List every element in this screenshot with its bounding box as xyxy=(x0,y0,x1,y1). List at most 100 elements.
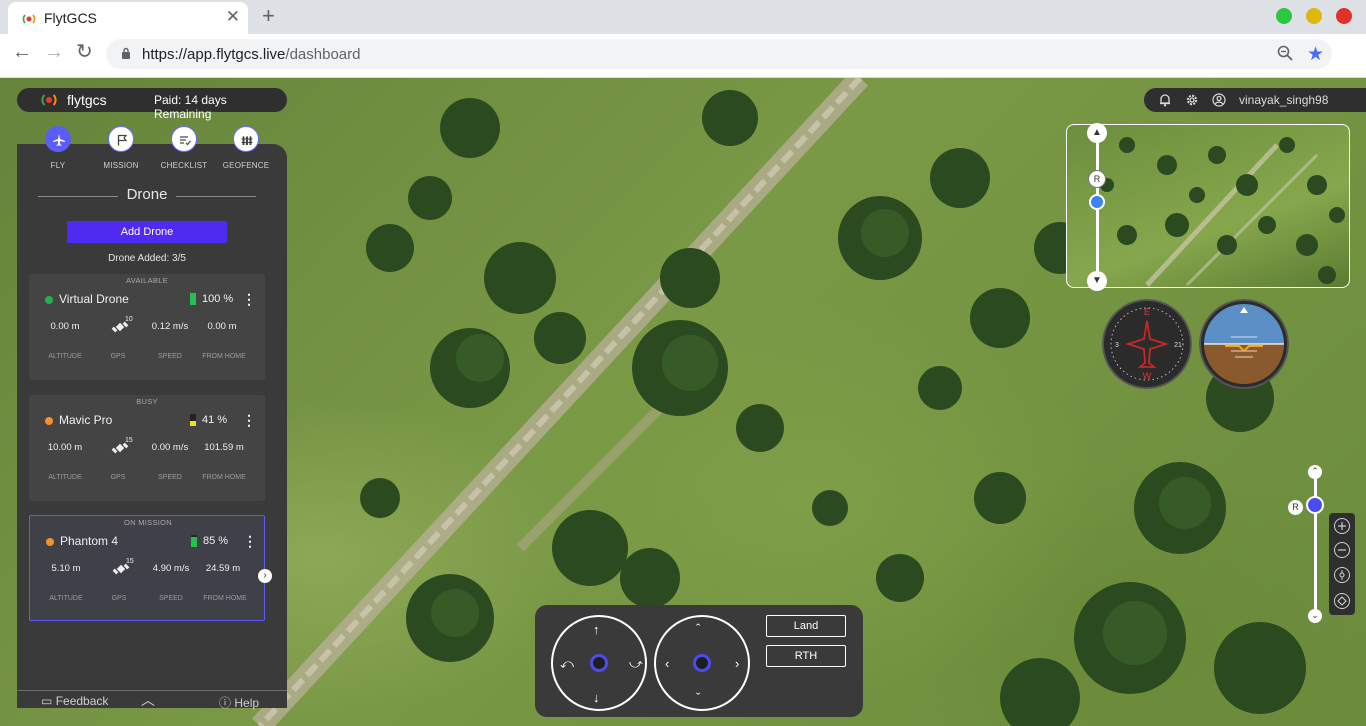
roll-right-icon[interactable]: › xyxy=(735,657,739,670)
tab-title: FlytGCS xyxy=(44,10,97,26)
flytgcs-logo-icon xyxy=(41,94,57,106)
camera-preview[interactable] xyxy=(1066,124,1350,288)
drone-card-virtual-drone[interactable]: AVAILABLE Virtual Drone 100 % ⋮ 0.00 m 1… xyxy=(29,274,265,380)
username[interactable]: vinayak_singh98 xyxy=(1239,93,1328,107)
checklist-button[interactable] xyxy=(171,126,197,152)
joystick-panel: ↑ ↓ ⤺ ⤻ ˆ ˇ ‹ › Land RTH xyxy=(535,605,863,717)
url-text: https://app.flytgcs.live/dashboard xyxy=(142,46,360,63)
window-close-button[interactable] xyxy=(1336,8,1352,24)
map-controls xyxy=(1329,513,1355,615)
add-drone-button[interactable]: Add Drone xyxy=(67,221,227,243)
altitude-reset-button[interactable]: R xyxy=(1288,500,1303,515)
chevron-down-icon[interactable]: ⌄ xyxy=(1308,609,1322,623)
checklist-icon xyxy=(180,136,191,146)
gimbal-up-icon[interactable]: ▲ xyxy=(1087,123,1107,143)
chevron-up-icon[interactable]: ︿ xyxy=(141,690,155,710)
zoom-in-button[interactable] xyxy=(1334,518,1350,534)
drone-menu-icon[interactable]: ⋮ xyxy=(243,533,257,550)
user-bar: vinayak_singh98 xyxy=(1144,88,1366,112)
tab-mission[interactable]: MISSION xyxy=(91,126,151,170)
from-home-value: 101.59 m xyxy=(204,442,244,453)
help-icon: ⓘ xyxy=(219,696,232,710)
left-joystick[interactable]: ↑ ↓ ⤺ ⤻ xyxy=(551,615,647,711)
brand-bar: flytgcs Paid: 14 days Remaining xyxy=(17,88,287,121)
from-home-label: FROM HOME xyxy=(203,595,247,602)
drone-name: Phantom 4 xyxy=(60,534,119,548)
throttle-up-icon[interactable]: ↑ xyxy=(593,623,600,636)
mission-button[interactable] xyxy=(108,126,134,152)
tab-fly[interactable]: FLY xyxy=(28,126,88,170)
drone-menu-icon[interactable]: ⋮ xyxy=(242,291,256,308)
browser-tab[interactable]: FlytGCS ✕ xyxy=(8,2,248,34)
drone-status: ON MISSION xyxy=(123,518,172,527)
yaw-right-icon[interactable]: ⤻ xyxy=(629,657,643,670)
preview-scene xyxy=(1100,137,1345,287)
fly-button[interactable] xyxy=(45,126,71,152)
address-bar[interactable]: https://app.flytgcs.live/dashboard ★ xyxy=(106,39,1332,69)
drone-card-phantom-4[interactable]: ON MISSION Phantom 4 85 % ⋮ 5.10 m 15 4.… xyxy=(29,515,265,621)
help-label: Help xyxy=(234,696,260,710)
user-icon[interactable] xyxy=(1212,93,1226,107)
altitude-slider-handle[interactable] xyxy=(1306,496,1324,514)
gimbal-slider-handle[interactable] xyxy=(1089,194,1105,210)
throttle-down-icon[interactable]: ↓ xyxy=(593,691,600,704)
drone-status: BUSY xyxy=(136,397,158,406)
gps-satellite-count: 15 xyxy=(125,437,133,444)
speed-value: 4.90 m/s xyxy=(152,563,190,574)
chevron-right-icon[interactable]: › xyxy=(258,569,272,583)
zoom-magnifier-icon[interactable] xyxy=(1276,44,1294,62)
altitude-slider-track[interactable] xyxy=(1314,472,1317,618)
help-link[interactable]: ⓘ Help xyxy=(219,694,259,711)
tab-checklist[interactable]: CHECKLIST xyxy=(154,126,214,170)
altitude-label: ALTITUDE xyxy=(49,595,83,602)
pitch-forward-icon[interactable]: ˆ xyxy=(696,622,700,635)
gimbal-down-icon[interactable]: ▼ xyxy=(1087,271,1107,291)
geofence-button[interactable] xyxy=(233,126,259,152)
gps-satellite-count: 15 xyxy=(126,558,134,565)
back-arrow-icon[interactable]: ← xyxy=(12,42,32,62)
gear-icon[interactable] xyxy=(1185,93,1199,107)
window-maximize-button[interactable] xyxy=(1276,8,1292,24)
speed-label: SPEED xyxy=(158,353,182,360)
svg-text:E: E xyxy=(1144,307,1150,317)
browser-tab-bar: FlytGCS ✕ + xyxy=(0,0,1366,34)
layers-button[interactable] xyxy=(1334,593,1350,609)
left-joystick-knob[interactable] xyxy=(590,654,608,672)
gps-satellite-count: 10 xyxy=(125,316,133,323)
drone-status: AVAILABLE xyxy=(125,276,169,285)
altitude-label: ALTITUDE xyxy=(48,474,82,481)
pitch-back-icon[interactable]: ˇ xyxy=(696,691,700,704)
reload-icon[interactable]: ↻ xyxy=(76,42,93,62)
roll-left-icon[interactable]: ‹ xyxy=(665,657,669,670)
attitude-indicator xyxy=(1199,299,1289,389)
svg-text:21: 21 xyxy=(1174,342,1182,349)
tab-geofence[interactable]: GEOFENCE xyxy=(216,126,276,170)
logo-text: flytgcs xyxy=(67,92,107,108)
lock-icon xyxy=(122,47,130,59)
altitude-label: ALTITUDE xyxy=(48,353,82,360)
locate-button[interactable] xyxy=(1334,567,1350,583)
bookmark-star-icon[interactable]: ★ xyxy=(1307,43,1324,66)
yaw-left-icon[interactable]: ⤺ xyxy=(560,657,574,670)
heading-indicator: E W 3 21 xyxy=(1102,299,1192,389)
zoom-out-icon xyxy=(1338,549,1346,551)
zoom-out-button[interactable] xyxy=(1334,542,1350,558)
drone-card-mavic-pro[interactable]: BUSY Mavic Pro 41 % ⋮ 10.00 m 15 0.00 m/… xyxy=(29,395,265,501)
right-joystick-knob[interactable] xyxy=(693,654,711,672)
window-minimize-button[interactable] xyxy=(1306,8,1322,24)
right-joystick[interactable]: ˆ ˇ ‹ › xyxy=(654,615,750,711)
feedback-link[interactable]: ▭ Feedback xyxy=(41,694,108,708)
chevron-up-icon[interactable]: ⌃ xyxy=(1308,465,1322,479)
gps-label: GPS xyxy=(111,595,127,602)
forward-arrow-icon[interactable]: → xyxy=(44,42,64,62)
land-button[interactable]: Land xyxy=(766,615,846,637)
from-home-value: 24.59 m xyxy=(205,563,241,574)
speed-label: SPEED xyxy=(159,595,183,602)
drone-menu-icon[interactable]: ⋮ xyxy=(242,412,256,429)
gimbal-reset-button[interactable]: R xyxy=(1088,170,1106,188)
new-tab-icon[interactable]: + xyxy=(262,3,275,29)
bell-icon[interactable] xyxy=(1158,93,1172,107)
speed-label: SPEED xyxy=(158,474,182,481)
tab-close-icon[interactable]: ✕ xyxy=(226,7,240,27)
rth-button[interactable]: RTH xyxy=(766,645,846,667)
